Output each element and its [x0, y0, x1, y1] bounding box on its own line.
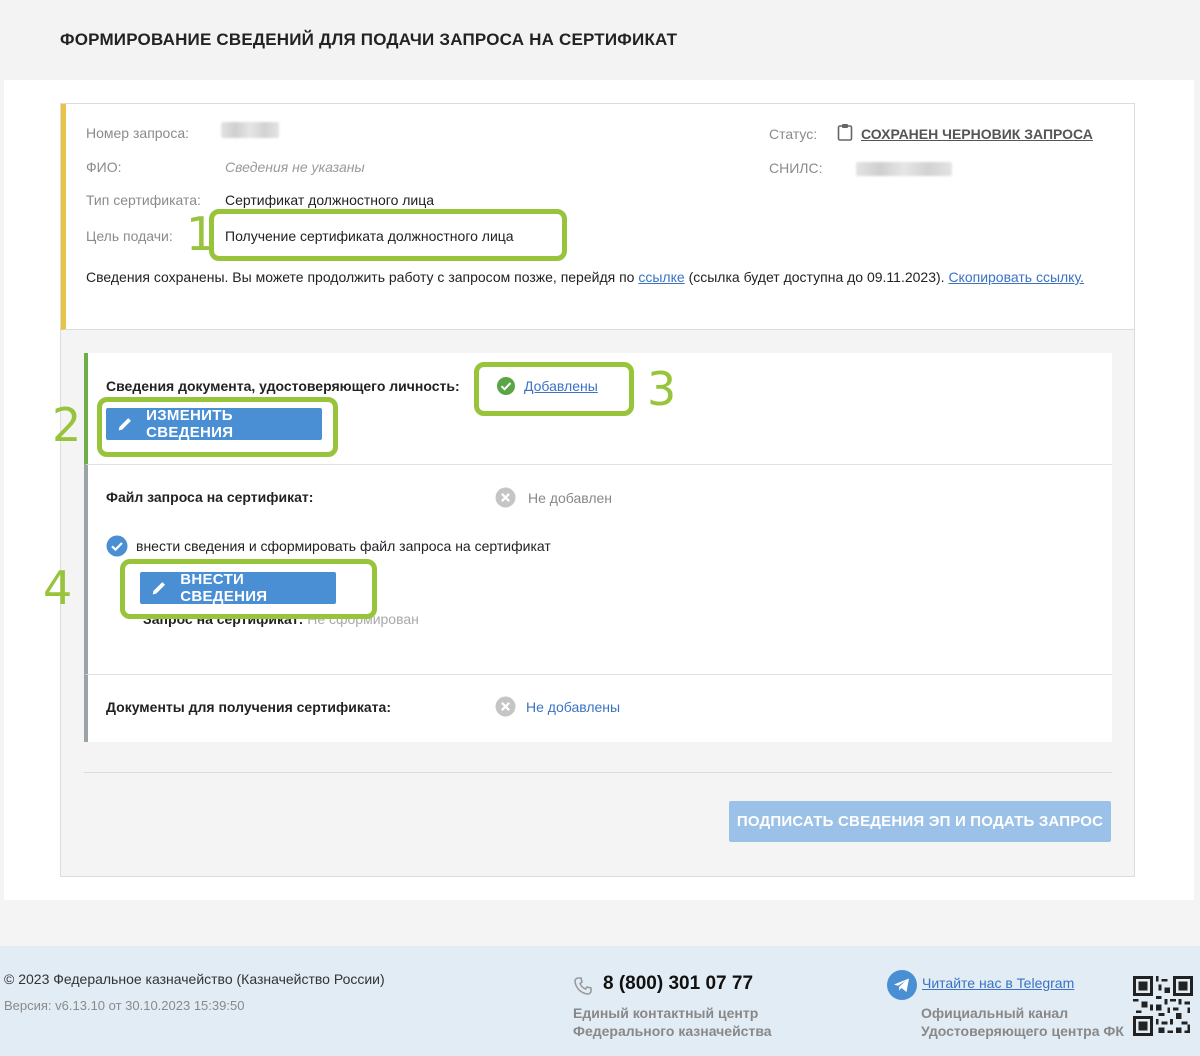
edit-details-button[interactable]: ИЗМЕНИТЬ СВЕДЕНИЯ — [106, 407, 322, 441]
cert-type-label: Тип сертификата: — [86, 192, 201, 208]
annotation-number-4: 4 — [43, 561, 73, 615]
identity-section: Сведения документа, удостоверяющего личн… — [84, 353, 1112, 465]
sign-and-submit-button[interactable]: ПОДПИСАТЬ СВЕДЕНИЯ ЭП И ПОДАТЬ ЗАПРОС — [729, 801, 1111, 842]
fill-details-option[interactable]: внести сведения и сформировать файл запр… — [106, 535, 551, 557]
footer-version: Версия: v6.13.10 от 30.10.2023 15:39:50 — [4, 998, 245, 1013]
saved-note-middle: (ссылка будет доступна до 09.11.2023). — [688, 269, 945, 285]
documents-section: Документы для получения сертификата: Не … — [84, 675, 1112, 742]
identity-status-link[interactable]: Добавлены — [524, 378, 598, 394]
x-circle-icon — [495, 696, 516, 717]
footer-contact-center-line1: Единый контактный центр — [573, 1005, 759, 1021]
request-status-label: Запрос на сертификат: — [143, 611, 304, 627]
request-number-label: Номер запроса: — [86, 125, 190, 141]
annotation-number-2: 2 — [52, 398, 82, 452]
clipboard-icon — [837, 124, 853, 141]
telegram-icon[interactable] — [887, 970, 917, 1000]
edit-details-button-label: ИЗМЕНИТЬ СВЕДЕНИЯ — [146, 407, 234, 441]
purpose-value: Получение сертификата должностного лица — [225, 228, 514, 244]
saved-note: Сведения сохранены. Вы можете продолжить… — [86, 268, 1106, 287]
footer-copyright: © 2023 Федеральное казначейство (Казначе… — [4, 971, 385, 987]
page-header: ФОРМИРОВАНИЕ СВЕДЕНИЙ ДЛЯ ПОДАЧИ ЗАПРОСА… — [0, 0, 1200, 80]
saved-note-prefix: Сведения сохранены. Вы можете продолжить… — [86, 269, 635, 285]
footer-channel-line2: Удостоверяющего центра ФК — [921, 1023, 1124, 1039]
footer-contact-center: Единый контактный центр Федерального каз… — [573, 1004, 783, 1040]
snils-value-redacted — [856, 162, 952, 176]
documents-section-title: Документы для получения сертификата: — [106, 699, 391, 715]
request-status-value: Не сформирован — [307, 611, 419, 627]
qr-code-icon — [1133, 976, 1193, 1036]
identity-status: Добавлены — [496, 376, 598, 396]
page-title: ФОРМИРОВАНИЕ СВЕДЕНИЙ ДЛЯ ПОДАЧИ ЗАПРОСА… — [60, 30, 678, 49]
identity-section-title: Сведения документа, удостоверяющего личн… — [106, 378, 460, 394]
snils-label: СНИЛС: — [769, 160, 823, 176]
footer-contact-center-line2: Федерального казначейства — [573, 1023, 772, 1039]
fio-value: Сведения не указаны — [225, 159, 365, 175]
phone-icon — [574, 977, 592, 995]
documents-status: Не добавлены — [495, 696, 620, 717]
request-file-section: Файл запроса на сертификат: Не добавлен … — [84, 465, 1112, 675]
pencil-icon — [118, 418, 131, 431]
saved-link[interactable]: ссылке — [638, 269, 684, 285]
enter-details-button[interactable]: ВНЕСТИ СВЕДЕНИЯ — [140, 571, 336, 605]
annotation-number-3: 3 — [647, 362, 677, 416]
annotation-number-1: 1 — [186, 207, 216, 261]
footer-channel-line1: Официальный канал — [921, 1005, 1069, 1021]
sections-panel: Сведения документа, удостоверяющего личн… — [84, 353, 1112, 742]
request-number-value-redacted — [221, 122, 279, 138]
check-circle-icon — [497, 377, 515, 395]
footer-phone[interactable]: 8 (800) 301 07 77 — [603, 973, 753, 995]
pencil-icon — [152, 582, 166, 595]
cert-type-value: Сертификат должностного лица — [225, 192, 435, 208]
request-card: Номер запроса: ФИО: Сведения не указаны … — [60, 103, 1135, 877]
request-file-section-title: Файл запроса на сертификат: — [106, 489, 314, 505]
request-status-row: Запрос на сертификат: Не сформирован — [143, 611, 419, 627]
enter-details-button-label: ВНЕСТИ СВЕДЕНИЯ — [180, 571, 268, 605]
copy-link[interactable]: Скопировать ссылку. — [948, 269, 1084, 285]
purpose-label: Цель подачи: — [86, 228, 173, 244]
footer-telegram-link[interactable]: Читайте нас в Telegram — [922, 975, 1074, 991]
checkbox-checked-icon[interactable] — [106, 535, 128, 557]
footer-channel: Официальный канал Удостоверяющего центра… — [921, 1004, 1141, 1040]
status-link[interactable]: СОХРАНЕН ЧЕРНОВИК ЗАПРОСА — [861, 126, 1093, 142]
fio-label: ФИО: — [86, 159, 122, 175]
divider — [84, 772, 1112, 773]
status-label: Статус: — [769, 126, 818, 142]
x-circle-icon — [495, 487, 516, 508]
request-info-block: Номер запроса: ФИО: Сведения не указаны … — [61, 104, 1134, 330]
documents-status-text[interactable]: Не добавлены — [526, 699, 620, 715]
footer: © 2023 Федеральное казначейство (Казначе… — [0, 946, 1200, 1056]
request-file-status-text: Не добавлен — [528, 489, 613, 506]
request-file-status: Не добавлен — [495, 487, 612, 508]
fill-details-option-label: внести сведения и сформировать файл запр… — [136, 538, 551, 554]
